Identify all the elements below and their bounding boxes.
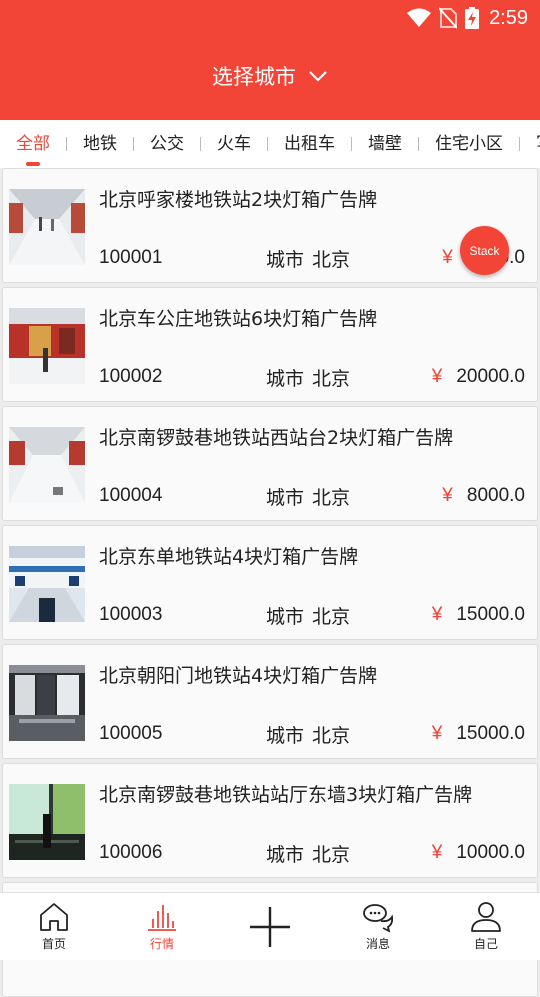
battery-charging-icon xyxy=(465,7,480,29)
city-value: 北京 xyxy=(312,249,351,271)
listing-title: 北京南锣鼓巷地铁站站厅东墙3块灯箱广告牌 xyxy=(99,784,473,806)
city-selector-label: 选择城市 xyxy=(212,65,296,89)
listing-id: 100002 xyxy=(99,366,163,387)
listing-id: 100003 xyxy=(99,604,163,625)
listing-city: 城市 北京 xyxy=(266,721,350,748)
city-selector[interactable]: 选择城市 xyxy=(0,36,540,120)
listing-city: 城市 北京 xyxy=(266,840,350,867)
listing-card[interactable]: 北京东单地铁站4块灯箱广告牌 100003 城市 北京 ¥15000.0 xyxy=(2,525,538,640)
tab-7[interactable]: 写 xyxy=(520,120,540,168)
listing-thumbnail xyxy=(9,308,85,384)
nav-home[interactable]: 首页 xyxy=(0,893,108,960)
city-label: 城市 xyxy=(266,606,305,628)
tab-1[interactable]: 地铁 xyxy=(67,120,133,168)
chevron-down-icon xyxy=(309,71,327,82)
city-label: 城市 xyxy=(266,249,305,271)
plus-icon xyxy=(250,906,290,947)
listing-price: ¥20000.0 xyxy=(432,366,525,388)
listing-city: 城市 北京 xyxy=(266,602,350,629)
tab-0[interactable]: 全部 xyxy=(0,120,66,168)
listing-thumbnail xyxy=(9,665,85,741)
message-icon xyxy=(363,904,394,933)
listing-title: 北京车公庄地铁站6块灯箱广告牌 xyxy=(99,308,378,330)
listing-card[interactable]: 北京呼家楼地铁站2块灯箱广告牌100001城市北京¥8000.0 xyxy=(2,168,538,283)
listing-card[interactable]: 北京车公庄地铁站6块灯箱广告牌 100002 城市 北京 ¥20000.0 xyxy=(2,287,538,402)
home-icon xyxy=(40,903,68,931)
nav-profile-label: 自己 xyxy=(473,937,498,951)
tab-2[interactable]: 公交 xyxy=(134,120,200,168)
clock: 2:59 xyxy=(489,6,528,29)
bottom-nav: 首页 行情 消息 自己 xyxy=(0,892,540,960)
nav-home-label: 首页 xyxy=(41,937,66,951)
status-bar: 2:59 xyxy=(0,0,540,36)
listing-title: 北京南锣鼓巷地铁站西站台2块灯箱广告牌 xyxy=(99,427,454,449)
currency-symbol: ¥ xyxy=(431,604,443,625)
city-label: 城市 xyxy=(266,487,305,509)
stack-floating-button[interactable]: Stack xyxy=(460,226,509,275)
listing-thumbnail xyxy=(9,189,85,265)
price-value: 15000.0 xyxy=(456,723,525,744)
tab-3[interactable]: 火车 xyxy=(201,120,267,168)
city-value: 北京 xyxy=(312,844,351,866)
city-label: 城市 xyxy=(266,368,305,390)
city-label: 城市 xyxy=(266,844,305,866)
app-header: 2:59 选择城市 xyxy=(0,0,540,120)
listing-id: 100004 xyxy=(99,485,163,506)
city-value: 北京 xyxy=(312,606,351,628)
price-value: 8000.0 xyxy=(466,485,525,506)
price-value: 15000.0 xyxy=(456,604,525,625)
tab-5[interactable]: 墙壁 xyxy=(352,120,418,168)
category-tabs: 全部地铁公交火车出租车墙壁住宅小区写 xyxy=(0,120,540,168)
currency-symbol: ¥ xyxy=(431,723,443,744)
city-label: 城市 xyxy=(266,725,305,747)
listing-price: ¥15000.0 xyxy=(432,604,525,626)
nav-messages-label: 消息 xyxy=(365,937,390,951)
listing-price: ¥8000.0 xyxy=(442,485,525,507)
price-value: 10000.0 xyxy=(456,842,525,863)
nav-market-label: 行情 xyxy=(149,937,174,951)
city-value: 北京 xyxy=(312,368,351,390)
listing-card[interactable]: 北京南锣鼓巷地铁站西站台2块灯箱广告牌 100004 城市 北京 ¥8000.0 xyxy=(2,406,538,521)
wifi-icon xyxy=(407,8,432,27)
listing-title: 北京东单地铁站4块灯箱广告牌 xyxy=(99,546,359,568)
listing-card[interactable]: 北京朝阳门地铁站4块灯箱广告牌 100005 城市 北京 ¥15000.0 xyxy=(2,644,538,759)
no-sim-icon xyxy=(439,7,458,29)
currency-symbol: ¥ xyxy=(442,247,453,268)
nav-market[interactable]: 行情 xyxy=(108,893,216,960)
listing-thumbnail xyxy=(9,546,85,622)
user-icon xyxy=(471,902,501,932)
city-value: 北京 xyxy=(312,725,351,747)
listing-price: ¥15000.0 xyxy=(432,723,525,745)
nav-messages[interactable]: 消息 xyxy=(324,893,432,960)
listing-card[interactable]: 北京南锣鼓巷地铁站站厅东墙3块灯箱广告牌 100006 城市 北京 ¥10000.0 xyxy=(2,763,538,878)
listing-id: 100006 xyxy=(99,842,163,863)
listing-thumbnail xyxy=(9,427,85,503)
chart-icon xyxy=(148,905,176,931)
listing-title: 北京呼家楼地铁站2块灯箱广告牌 xyxy=(99,189,378,211)
price-value: 20000.0 xyxy=(456,366,525,387)
listing-id: 100005 xyxy=(99,723,163,744)
listing-price: ¥10000.0 xyxy=(432,842,525,864)
listing-city: 城市 北京 xyxy=(266,483,350,510)
city-value: 北京 xyxy=(312,487,351,509)
listing-title: 北京朝阳门地铁站4块灯箱广告牌 xyxy=(99,665,378,687)
nav-profile[interactable]: 自己 xyxy=(432,893,540,960)
listing-thumbnail xyxy=(9,784,85,860)
currency-symbol: ¥ xyxy=(442,485,453,506)
currency-symbol: ¥ xyxy=(431,366,443,387)
tab-6[interactable]: 住宅小区 xyxy=(419,120,519,168)
listing-id: 100001 xyxy=(99,247,163,268)
currency-symbol: ¥ xyxy=(431,842,443,863)
nav-publish[interactable] xyxy=(216,893,324,960)
tab-4[interactable]: 出租车 xyxy=(268,120,351,168)
listing-city: 城市 北京 xyxy=(266,245,350,272)
listing-city: 城市 北京 xyxy=(266,364,350,391)
